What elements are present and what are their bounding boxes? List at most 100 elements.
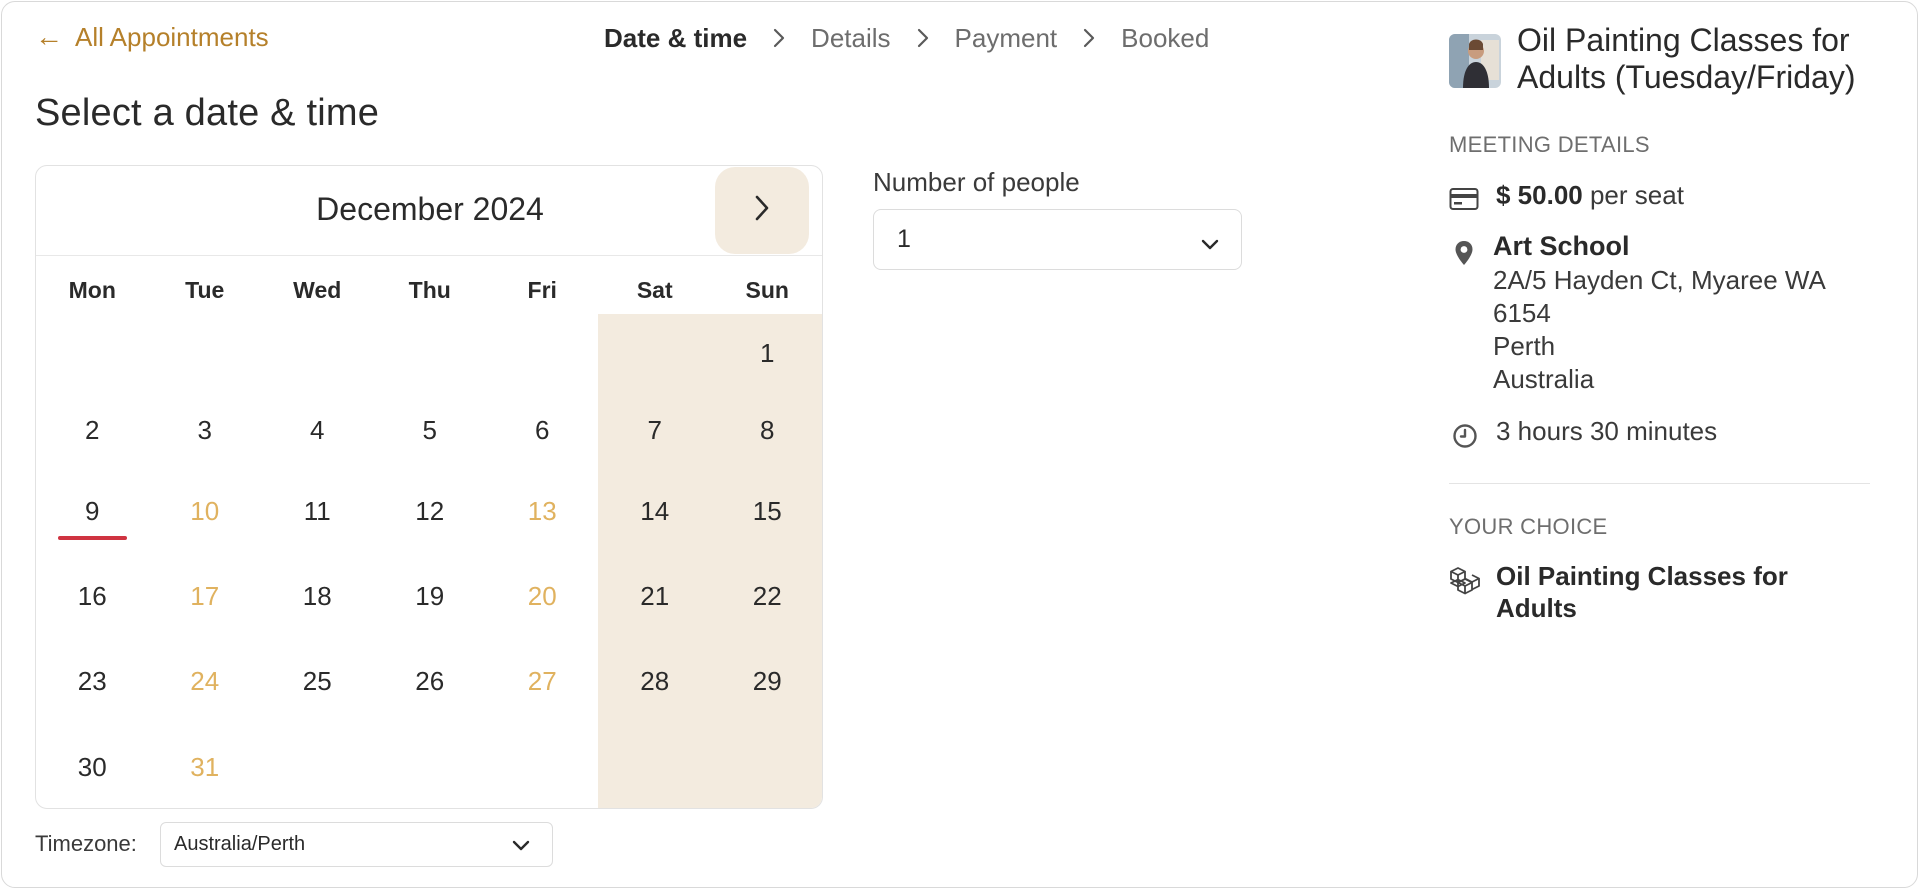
calendar-day-29: 29 <box>752 666 782 696</box>
chevron-right-icon <box>747 28 811 48</box>
step-payment: Payment <box>954 22 1058 53</box>
calendar-day-3: 3 <box>197 415 212 445</box>
weekday-header-row: Mon Tue Wed Thu Fri Sat Sun <box>36 266 822 314</box>
chosen-service: Oil Painting Classes for Adults <box>1496 561 1788 623</box>
calendar-day-12: 12 <box>415 496 445 526</box>
calendar-empty-cell <box>599 314 712 392</box>
weekday-fri: Fri <box>527 276 557 303</box>
weekday-mon: Mon <box>68 276 116 303</box>
calendar-empty-cell <box>599 724 712 808</box>
address-line-street: 2A/5 Hayden Ct, Myaree WA 6154 <box>1493 265 1825 328</box>
calendar-day-6: 6 <box>535 415 550 445</box>
timezone-select[interactable]: Australia/Perth <box>160 822 553 867</box>
calendar-header: December 2024 <box>36 166 822 256</box>
calendar-day-15: 15 <box>752 496 782 526</box>
calendar-day-24[interactable]: 24 <box>149 639 262 724</box>
chevron-right-icon <box>1057 28 1121 48</box>
calendar-empty-cell <box>486 314 599 392</box>
calendar-week-row: 30 31 <box>36 724 822 808</box>
calendar-day-5: 5 <box>422 415 437 445</box>
calendar-empty-cell <box>374 314 487 392</box>
calendar-day-2: 2 <box>85 415 100 445</box>
calendar-day-9: 9 <box>36 469 149 554</box>
calendar-day-18: 18 <box>302 581 332 611</box>
calendar-day-7: 7 <box>647 415 662 445</box>
calendar-day-20[interactable]: 20 <box>486 554 599 639</box>
calendar-month-label: December 2024 <box>316 191 544 227</box>
divider <box>1449 483 1870 484</box>
calendar-empty-cell <box>261 314 374 392</box>
chevron-right-icon <box>754 194 770 227</box>
weekday-wed: Wed <box>293 276 342 303</box>
booking-steps: Date & time Details Payment Booked <box>604 20 1209 56</box>
calendar-day-26: 26 <box>415 666 445 696</box>
step-details: Details <box>811 22 891 53</box>
all-appointments-link[interactable]: ← All Appointments <box>35 20 269 54</box>
step-date-time: Date & time <box>604 22 748 53</box>
number-of-people-select[interactable]: 1 <box>873 209 1242 270</box>
calendar-week-row: 9 10 11 12 13 14 15 <box>36 469 822 554</box>
price-suffix: per seat <box>1582 180 1684 210</box>
calendar-week-row: 1 <box>36 314 822 392</box>
clock-icon <box>1452 423 1478 454</box>
address-line-city: Perth <box>1493 331 1556 361</box>
calendar-grid: 1 2 3 4 5 6 7 8 9 10 11 12 13 14 15 16 17 18 19 20 21 22 23 24 2… <box>36 314 822 808</box>
cubes-icon <box>1448 566 1482 601</box>
calendar-day-11: 11 <box>303 496 331 526</box>
calendar-week-row: 16 17 18 19 20 21 22 <box>36 554 822 639</box>
address-line-country: Australia <box>1493 364 1595 394</box>
weekday-sat: Sat <box>636 276 673 303</box>
all-appointments-label: All Appointments <box>75 21 269 52</box>
calendar-day-13[interactable]: 13 <box>486 469 599 554</box>
calendar-day-22: 22 <box>752 581 782 611</box>
number-of-people-value: 1 <box>897 225 911 253</box>
arrow-left-icon: ← <box>35 21 63 52</box>
service-title: Oil Painting Classes for Adults (Tuesday… <box>1517 22 1856 95</box>
calendar-day-23: 23 <box>77 666 107 696</box>
calendar-day-30: 30 <box>77 751 107 782</box>
calendar-week-row: 23 24 25 26 27 28 29 <box>36 639 822 724</box>
next-month-button[interactable] <box>715 167 809 254</box>
calendar-day-27[interactable]: 27 <box>486 639 599 724</box>
calendar-day-16: 16 <box>77 581 107 611</box>
weekday-sun: Sun <box>745 276 789 303</box>
your-choice-heading: YOUR CHOICE <box>1449 514 1608 539</box>
timezone-label: Timezone: <box>35 831 137 856</box>
calendar-day-31[interactable]: 31 <box>149 724 262 808</box>
calendar-empty-cell <box>261 724 374 808</box>
weekday-thu: Thu <box>408 276 451 303</box>
location-name: Art School <box>1493 231 1630 261</box>
map-pin-icon <box>1454 240 1474 271</box>
weekday-tue: Tue <box>185 276 225 303</box>
calendar-day-21: 21 <box>640 581 670 611</box>
credit-card-icon <box>1449 187 1479 216</box>
calendar-empty-cell <box>374 724 487 808</box>
calendar-day-10[interactable]: 10 <box>149 469 262 554</box>
chevron-down-icon <box>512 835 530 858</box>
calendar-day-17[interactable]: 17 <box>149 554 262 639</box>
chevron-right-icon <box>891 28 955 48</box>
timezone-value: Australia/Perth <box>174 833 306 855</box>
calendar-day-25: 25 <box>302 666 332 696</box>
number-of-people-label: Number of people <box>873 167 1080 197</box>
booking-widget: ← All Appointments Date & time Details P… <box>1 1 1918 888</box>
price-per-seat: $ 50.00 per seat <box>1496 180 1684 211</box>
page-title: Select a date & time <box>35 92 380 134</box>
calendar-week-row: 2 3 4 5 6 7 8 <box>36 392 822 469</box>
chevron-down-icon <box>1201 229 1219 258</box>
calendar-day-1: 1 <box>760 337 775 368</box>
calendar-day-4: 4 <box>310 415 325 445</box>
calendar-day-8: 8 <box>760 415 775 445</box>
calendar-empty-cell <box>149 314 262 392</box>
calendar-empty-cell <box>36 314 149 392</box>
duration: 3 hours 30 minutes <box>1496 416 1718 446</box>
calendar-day-28: 28 <box>640 666 670 696</box>
calendar-day-19: 19 <box>415 581 445 611</box>
price-amount: $ 50.00 <box>1496 180 1583 210</box>
calendar: December 2024 Mon Tue Wed Thu Fri Sat Su… <box>35 165 823 809</box>
service-thumbnail <box>1449 34 1501 88</box>
calendar-empty-cell <box>711 724 822 808</box>
location-address: 2A/5 Hayden Ct, Myaree WA 6154 Perth Aus… <box>1493 264 1873 396</box>
step-booked: Booked <box>1121 22 1210 53</box>
meeting-details-heading: MEETING DETAILS <box>1449 132 1650 157</box>
